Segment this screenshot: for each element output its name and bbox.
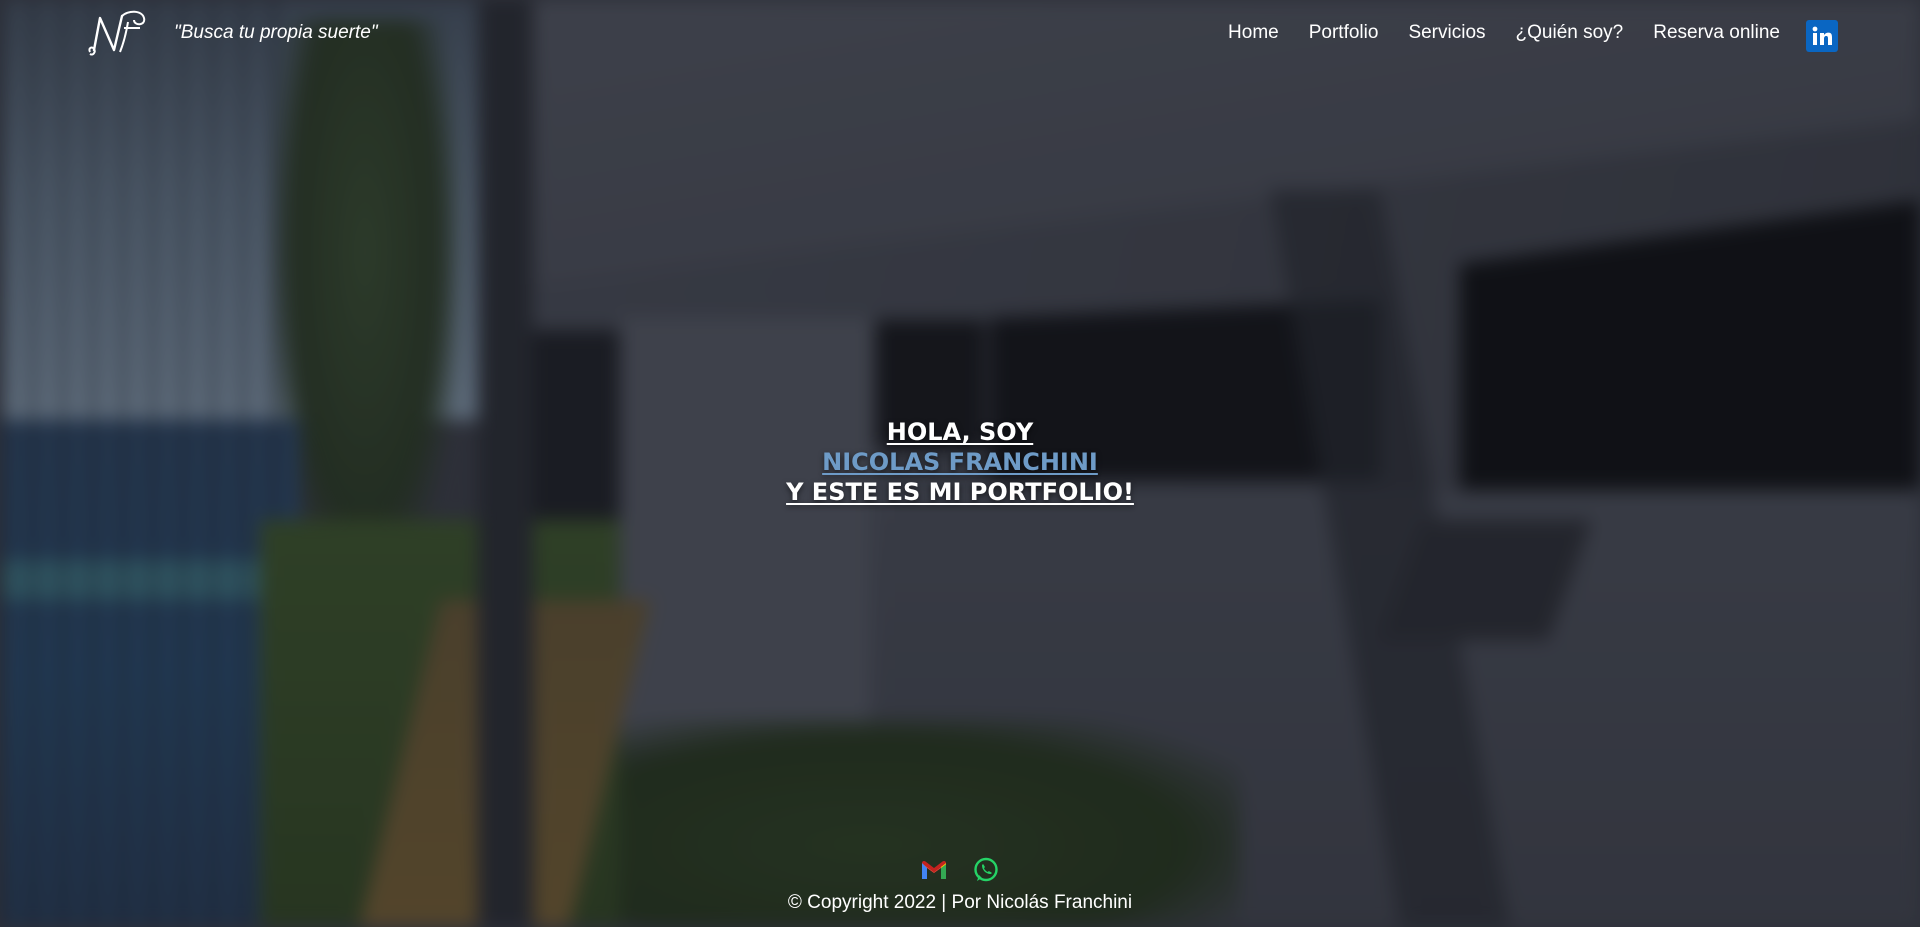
linkedin-icon[interactable] xyxy=(1806,20,1838,52)
copyright-text: © Copyright 2022 | Por Nicolás Franchini xyxy=(787,892,1133,913)
page: "Busca tu propia suerte" Home Portfolio … xyxy=(0,0,1920,927)
hero-greeting: HOLA, SOY xyxy=(886,418,1034,446)
nav-portfolio[interactable]: Portfolio xyxy=(1309,22,1379,44)
nav-quien-soy[interactable]: ¿Quién soy? xyxy=(1516,22,1624,44)
hero-name-link[interactable]: NICOLAS FRANCHINI xyxy=(0,447,1920,477)
nav-home[interactable]: Home xyxy=(1228,22,1279,44)
nav-reserva-online[interactable]: Reserva online xyxy=(1653,22,1780,44)
nav-servicios[interactable]: Servicios xyxy=(1408,22,1485,44)
logo-icon[interactable] xyxy=(84,8,150,60)
hero-subtitle: Y ESTE ES MI PORTFOLIO! xyxy=(786,478,1134,506)
tagline: "Busca tu propia suerte" xyxy=(174,22,378,43)
footer-social-icons xyxy=(0,855,1920,885)
whatsapp-icon[interactable] xyxy=(971,855,1001,885)
hero-heading: HOLA, SOY NICOLAS FRANCHINI Y ESTE ES MI… xyxy=(0,417,1920,507)
gmail-icon[interactable] xyxy=(919,855,949,885)
site-header: "Busca tu propia suerte" Home Portfolio … xyxy=(0,0,1920,72)
main-nav: Home Portfolio Servicios ¿Quién soy? Res… xyxy=(1228,22,1780,44)
